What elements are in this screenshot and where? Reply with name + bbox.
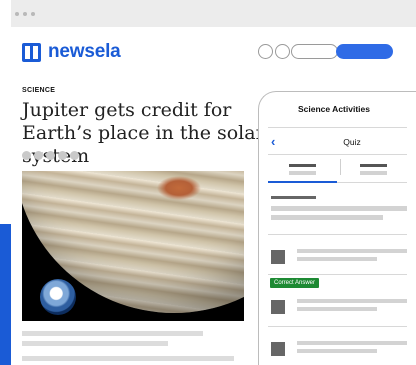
answer-text-placeholder [297,257,377,261]
activities-panel: Science Activities ‹ Quiz Correct Answer [258,91,416,365]
divider [268,326,407,327]
answer-text-placeholder [297,307,377,311]
nav-pill-button[interactable] [291,44,338,59]
nav-circle-button[interactable] [275,44,290,59]
nav-primary-button[interactable] [336,44,393,59]
divider [268,274,407,275]
level-dot [70,151,79,160]
answer-marker-icon [271,250,285,264]
level-dot [22,151,31,160]
tab-left-sub [289,171,316,175]
active-tab-indicator [268,181,337,183]
answer-text-placeholder [297,249,407,253]
divider [268,154,407,155]
answer-text-placeholder [297,349,377,353]
level-dot [46,151,55,160]
correct-answer-badge: Correct Answer [270,278,320,288]
window-control-dot[interactable] [15,12,19,16]
level-dot [58,151,67,160]
article-text-placeholder [22,356,234,361]
question-text-placeholder [271,206,407,211]
browser-window: newsela SCIENCE Jupiter gets credit for … [11,0,416,365]
window-control-dot[interactable] [31,12,35,16]
tab-divider [340,159,341,175]
tab-left-line [289,164,316,167]
nav-circle-button[interactable] [258,44,273,59]
tab-right-sub [360,171,387,175]
article-text-placeholder [22,341,168,346]
answer-text-placeholder [297,341,407,345]
window-titlebar [11,0,416,27]
window-control-dot[interactable] [23,12,27,16]
divider [337,182,407,183]
answer-text-placeholder [297,299,407,303]
logo-text: newsela [48,41,121,62]
left-accent-bar [0,224,11,365]
article-hero-image [22,171,244,321]
article-level-dots [22,151,79,160]
article-category: SCIENCE [22,87,56,94]
article-text-placeholder [22,331,203,336]
newsela-logo-icon [22,42,41,62]
answer-marker-icon [271,342,285,356]
earth-image [40,279,76,315]
quiz-label: Quiz [343,137,361,147]
answer-marker-icon [271,300,285,314]
back-chevron-icon[interactable]: ‹ [271,135,275,149]
question-text-placeholder [271,215,383,220]
divider [268,127,407,128]
tab-right-line [360,164,387,167]
question-title-line [271,196,316,199]
divider [268,234,407,235]
newsela-logo[interactable]: newsela [22,40,121,64]
panel-title: Science Activities [298,104,370,114]
level-dot [34,151,43,160]
